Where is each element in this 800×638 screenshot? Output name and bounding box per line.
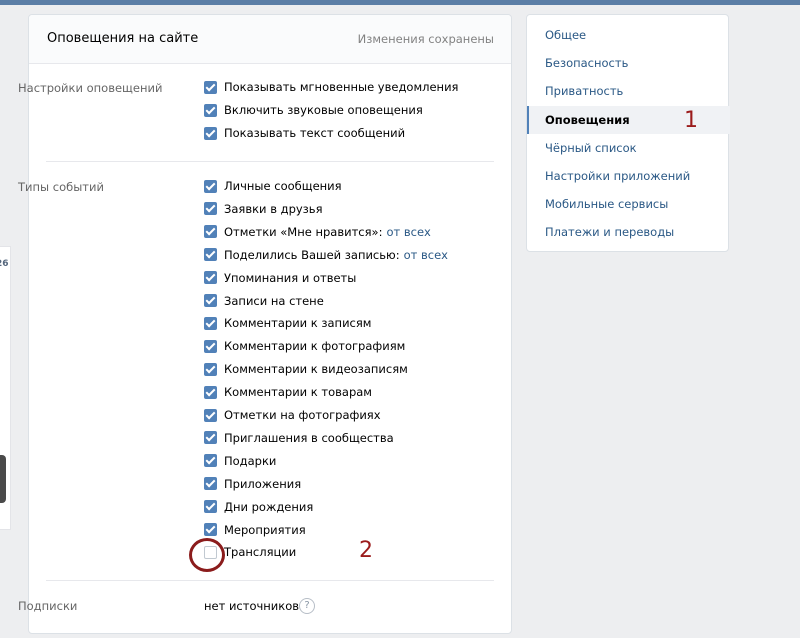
event-type-row[interactable]: Приложения [204,475,301,493]
notification-settings-label: Настройки оповещений [18,81,163,95]
event-type-row[interactable]: Личные сообщения [204,177,342,195]
checkbox-label: Комментарии к видеозаписям [224,362,408,377]
annotation-circle [189,538,225,572]
checkbox-label: Заявки в друзья [224,201,323,216]
checkbox-checked[interactable] [204,523,217,536]
checkbox-label: Трансляции [224,545,297,560]
save-status: Изменения сохранены [357,32,494,46]
top-bar [0,0,800,5]
checkbox-label: Упоминания и ответы [224,270,357,285]
panel-header: Оповещения на сайте Изменения сохранены [29,15,511,64]
left-sidebar-fragment: 26 [0,246,11,530]
event-type-row[interactable]: Отметки на фотографиях [204,406,381,424]
annotation-number-2: 2 [359,538,373,563]
checkbox-label: Записи на стене [224,293,324,308]
event-type-row[interactable]: Заявки в друзья [204,200,323,218]
audience-link[interactable]: от всех [386,225,430,239]
checkbox-label: Комментарии к товарам [224,385,372,400]
checkbox-label: Комментарии к фотографиям [224,339,406,354]
notification-setting-row[interactable]: Показывать текст сообщений [204,124,405,142]
subscriptions-value: нет источников [204,599,300,613]
event-type-row[interactable]: Поделились Вашей записью: от всех [204,246,448,264]
checkbox-checked[interactable] [204,225,217,239]
checkbox-checked[interactable] [204,202,217,216]
menu-item[interactable]: Настройки приложений [527,162,730,190]
checkbox-checked[interactable] [204,339,217,353]
checkbox-label: Отметки на фотографиях [224,408,381,422]
page-title: Оповещения на сайте [47,31,199,46]
checkbox-checked[interactable] [204,500,217,514]
checkbox-checked[interactable] [204,385,217,399]
checkbox-label: Подарки [224,453,277,468]
notification-setting-row[interactable]: Показывать мгновенные уведомления [204,78,458,96]
checkbox-checked[interactable] [204,454,217,468]
checkbox-checked[interactable] [204,431,217,445]
event-type-row[interactable]: Комментарии к видеозаписям [204,360,408,378]
checkbox-label: Поделились Вашей записью: [224,247,400,262]
checkbox-label: Приглашения в сообщества [224,430,394,445]
event-type-row[interactable]: Приглашения в сообщества [204,429,394,447]
checkbox-checked[interactable] [204,362,217,376]
menu-item[interactable]: Оповещения [527,105,730,134]
checkbox-label: Показывать мгновенные уведомления [224,80,459,94]
question-icon[interactable]: ? [299,598,315,614]
annotation-number-1: 1 [684,108,698,133]
checkbox-checked[interactable] [204,316,217,330]
checkbox-label: Приложения [224,476,302,491]
event-type-row[interactable]: Упоминания и ответы [204,269,356,287]
menu-item[interactable]: Платежи и переводы [527,218,730,246]
checkbox-checked[interactable] [204,179,217,193]
checkbox-label: Дни рождения [224,499,314,514]
menu-item[interactable]: Чёрный список [527,134,730,162]
checkbox-checked[interactable] [204,80,217,94]
checkbox-checked[interactable] [204,408,217,422]
photo-thumbnail [0,455,6,503]
checkbox-checked[interactable] [204,126,217,140]
checkbox-label: Отметки «Мне нравится»: [224,224,383,239]
checkbox-label: Личные сообщения [224,179,342,193]
notification-setting-row[interactable]: Включить звуковые оповещения [204,101,423,119]
checkbox-checked[interactable] [204,271,217,285]
checkbox-label: Комментарии к записям [224,316,372,331]
event-type-row[interactable]: Мероприятия [204,521,306,539]
counter-badge: 26 [0,259,9,269]
checkbox-checked[interactable] [204,103,217,117]
checkbox-checked[interactable] [204,294,217,307]
settings-menu: Общее Безопасность Приватность Оповещения Чё… [526,14,730,252]
event-type-row[interactable]: Записи на стене [204,292,324,310]
event-type-row[interactable]: Отметки «Мне нравится»: от всех [204,223,431,241]
divider [46,161,494,162]
menu-item[interactable]: Безопасность [527,49,730,77]
checkbox-checked[interactable] [204,248,217,262]
menu-item[interactable]: Мобильные сервисы [527,190,730,218]
checkbox-label: Показывать текст сообщений [224,126,406,140]
event-types-label: Типы событий [18,180,104,194]
checkbox-label: Мероприятия [224,522,306,537]
event-type-row[interactable]: Комментарии к товарам [204,383,372,401]
subscriptions-label: Подписки [18,599,78,613]
checkbox-label: Включить звуковые оповещения [224,103,423,117]
event-type-row[interactable]: Подарки [204,452,276,470]
event-type-row[interactable]: Комментарии к записям [204,314,371,332]
checkbox-checked[interactable] [204,477,217,491]
divider [46,580,494,581]
menu-item[interactable]: Общее [527,21,730,49]
audience-link[interactable]: от всех [404,248,448,262]
event-type-row[interactable]: Комментарии к фотографиям [204,337,405,355]
event-type-row[interactable]: Дни рождения [204,498,313,516]
menu-item[interactable]: Приватность [527,77,730,105]
